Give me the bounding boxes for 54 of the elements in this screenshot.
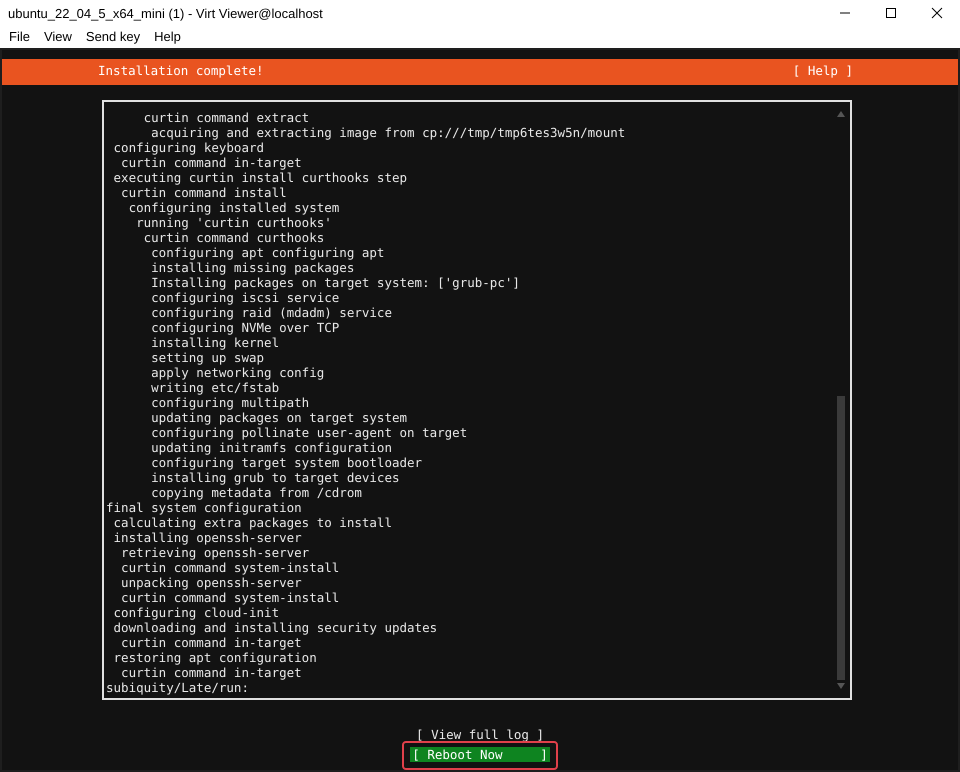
log-line: installing grub to target devices xyxy=(150,470,400,484)
scroll-down-icon[interactable] xyxy=(836,682,846,690)
log-line: configuring keyboard xyxy=(112,140,264,154)
menu-item[interactable]: File xyxy=(2,26,37,46)
log-line: curtin command in-target xyxy=(121,154,302,170)
log-line: retrieving openssh-server xyxy=(121,544,310,560)
log-line: Installing packages on target system: ['grub-pc'] xyxy=(150,274,520,290)
log-line: curtin command in-target xyxy=(121,664,302,680)
log-line: copying metadata from /cdrom xyxy=(150,484,362,500)
log-line: curtin command system-install xyxy=(120,560,340,574)
log-line: updating initramfs configuration xyxy=(150,440,392,454)
window-title: ubuntu_22_04_5_x64_mini (1) - Virt Viewer@localhost xyxy=(8,4,323,23)
maximize-icon[interactable] xyxy=(885,7,897,20)
log-line: installing missing packages xyxy=(150,260,354,274)
menu-item[interactable]: Send key xyxy=(78,26,148,46)
log-line: apply networking config xyxy=(150,364,324,380)
log-line: configuring installed system xyxy=(128,200,340,214)
log-line: configuring target system bootloader xyxy=(150,454,422,470)
log-line: unpacking openssh-server xyxy=(120,574,302,590)
terminal-button[interactable]: [ View full log ] xyxy=(414,726,546,742)
log-line: installing openssh-server xyxy=(112,530,302,544)
log-line: configuring raid (mdadm) service xyxy=(150,304,392,320)
log-line: configuring iscsi service xyxy=(150,290,340,304)
help-link[interactable]: [ Help ] xyxy=(792,62,853,81)
scrollbar[interactable] xyxy=(836,110,846,690)
log-line: curtin command extract xyxy=(142,110,310,124)
log-line: final system configuration xyxy=(106,500,302,514)
log-line: downloading and installing security updates xyxy=(112,620,438,634)
log-line: calculating extra packages to install xyxy=(112,514,392,530)
log-line: acquiring and extracting image from cp:///tmp/tmp6tes3w5n/mount xyxy=(150,124,626,140)
terminal-button[interactable]: [ Reboot Now ] xyxy=(410,747,550,762)
log-line: curtin command system-install xyxy=(120,590,340,604)
close-icon[interactable] xyxy=(931,7,943,20)
log-line: configuring NVMe over TCP xyxy=(150,320,340,334)
log-line: configuring multipath xyxy=(150,394,310,410)
log-line: installing kernel xyxy=(150,334,280,350)
log-line: restoring apt configuration xyxy=(112,650,317,664)
scrollbar-thumb[interactable] xyxy=(837,396,845,680)
log-line: curtin command in-target xyxy=(121,634,302,650)
log-line: subiquity/Late/run: xyxy=(106,680,249,694)
log-line: curtin command install xyxy=(121,184,287,200)
menu-item[interactable]: View xyxy=(36,26,79,46)
log-line: running 'curtin curthooks' xyxy=(136,214,332,230)
log-line: configuring apt configuring apt xyxy=(150,244,384,260)
log-line: updating packages on target system xyxy=(150,410,408,424)
log-line: setting up swap xyxy=(150,350,264,364)
header-title: Installation complete! xyxy=(98,62,264,80)
log-line: executing curtin install curthooks step xyxy=(112,170,408,184)
log-line: writing etc/fstab xyxy=(150,380,280,394)
menu-item[interactable]: Help xyxy=(147,26,188,46)
scroll-up-icon[interactable] xyxy=(836,110,846,118)
log-line: configuring cloud-init xyxy=(112,604,280,620)
log-line: configuring pollinate user-agent on target xyxy=(150,424,468,440)
log-line: curtin command curthooks xyxy=(144,230,324,244)
